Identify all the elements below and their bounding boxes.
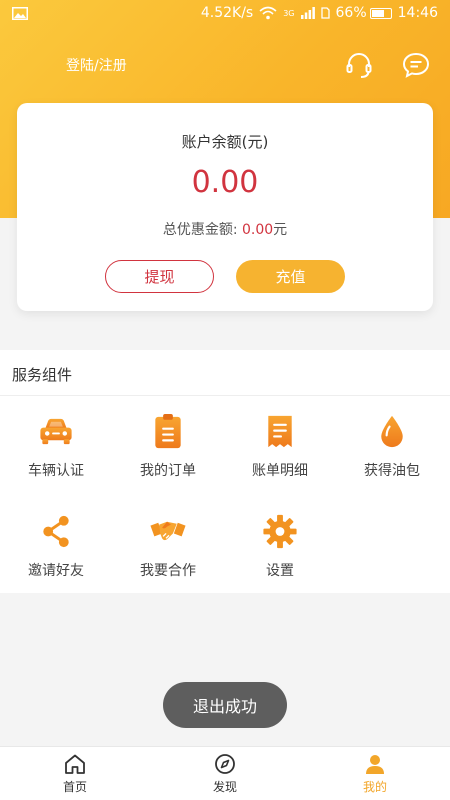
service-vehicle-verification[interactable]: 车辆认证 [0,400,112,480]
recharge-button[interactable]: 充值 [236,260,345,293]
tab-mine[interactable]: 我的 [300,747,450,800]
service-label: 邀请好友 [28,563,84,579]
tab-label: 首页 [62,779,87,794]
status-bar: 4.52K/s 3G 66% 14:46 [0,0,450,26]
battery-icon [369,7,392,19]
service-label: 我的订单 [140,463,196,479]
share-icon [43,515,69,548]
login-register-link[interactable]: 登陆/注册 [66,55,127,75]
headset-icon[interactable] [344,50,374,80]
tab-discover[interactable]: 发现 [150,747,300,800]
tab-label: 发现 [212,779,237,794]
oil-drop-icon [381,415,403,448]
withdraw-button[interactable]: 提现 [105,260,214,293]
discount-unit: 元 [273,222,288,238]
divider [0,395,450,396]
wifi-icon [259,6,277,20]
service-label: 车辆认证 [28,463,84,479]
balance-title: 账户余额(元) [181,133,269,151]
battery-percent: 66% [335,5,367,21]
balance-card: 账户余额(元) 0.00 总优惠金额: 0.00元 提现 充值 [17,103,433,311]
tab-label: 我的 [362,779,387,794]
image-notification-icon [12,6,28,20]
service-settings[interactable]: 设置 [224,500,336,580]
compass-icon [215,753,235,774]
network-type: 3G [283,8,295,18]
service-my-orders[interactable]: 我的订单 [112,400,224,480]
tab-home[interactable]: 首页 [0,747,150,800]
service-label: 设置 [266,563,294,579]
discount-row: 总优惠金额: 0.00元 [17,219,433,239]
handshake-icon [150,521,186,541]
service-label: 账单明细 [252,463,308,479]
toast-message: 退出成功 [163,682,287,728]
balance-amount: 0.00 [191,165,259,200]
clock: 14:46 [397,5,438,21]
top-bar: 登陆/注册 [0,40,450,90]
document-icon [268,415,292,448]
clipboard-icon [155,413,181,449]
services-title: 服务组件 [12,366,73,384]
gear-icon [263,514,297,549]
home-icon [65,754,85,774]
discount-label: 总优惠金额: [162,222,242,238]
service-label: 获得油包 [364,463,420,479]
discount-value: 0.00 [242,222,274,238]
service-cooperation[interactable]: 我要合作 [112,500,224,580]
network-speed: 4.52K/s [200,5,254,21]
service-invite-friends[interactable]: 邀请好友 [0,500,112,580]
services-section: 服务组件 车辆认证 我的订单 账单明细 获得油包 邀请好友 我要合作 设置 [0,350,450,593]
chat-bubble-icon[interactable] [401,50,431,80]
service-bill-details[interactable]: 账单明细 [224,400,336,480]
sim-icon [320,7,330,19]
car-icon [40,418,72,445]
service-get-oil-package[interactable]: 获得油包 [336,400,448,480]
bottom-tab-bar: 首页 发现 我的 [0,746,450,800]
signal-icon [300,7,315,19]
service-label: 我要合作 [140,563,196,579]
person-icon [366,754,384,774]
